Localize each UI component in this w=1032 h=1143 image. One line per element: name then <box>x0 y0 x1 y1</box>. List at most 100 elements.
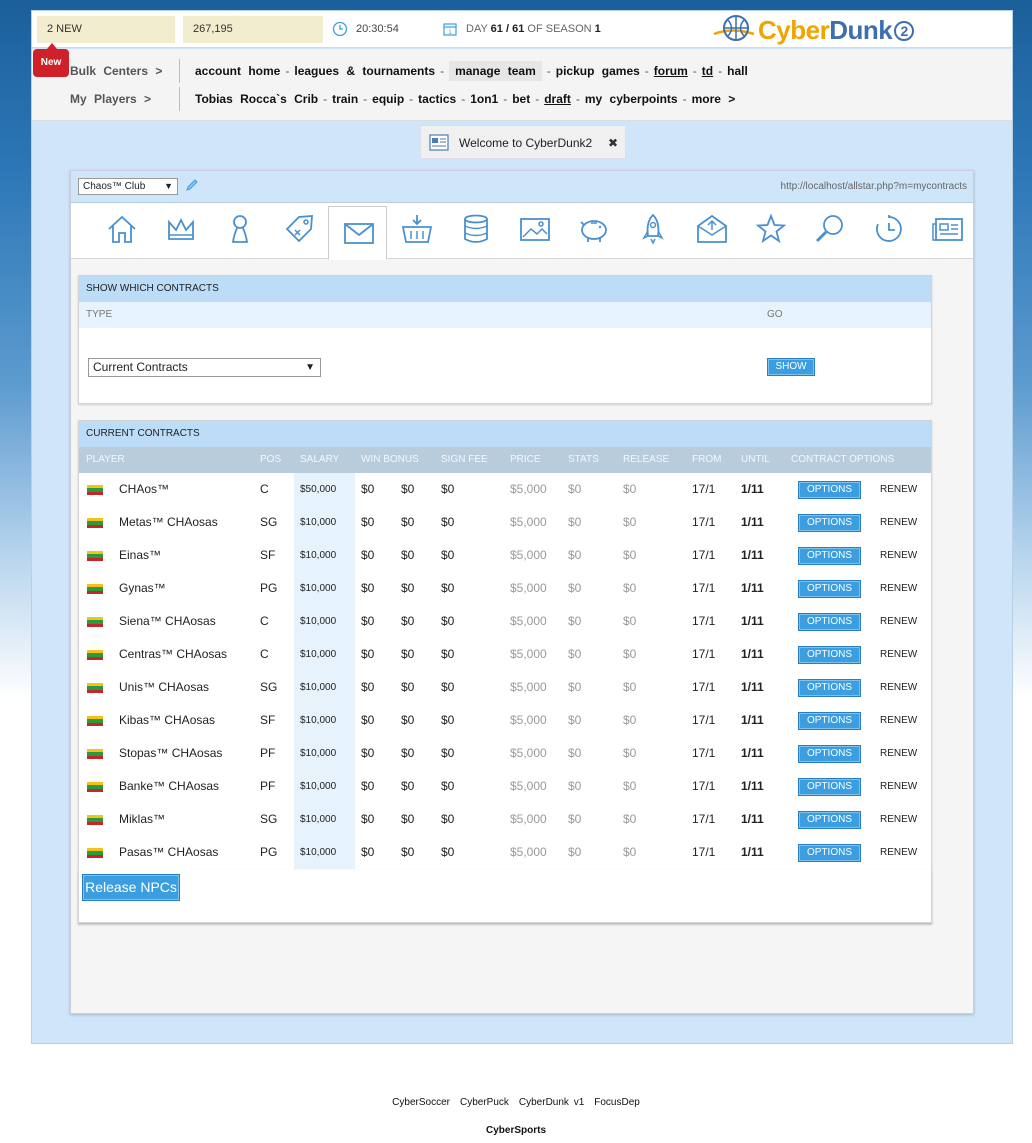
player-price: $5,000 <box>510 515 547 529</box>
tab-player[interactable] <box>210 203 269 259</box>
player-name[interactable]: Gynas™ <box>119 572 166 605</box>
player-name[interactable]: Stopas™ CHAosas <box>119 737 222 770</box>
player-name[interactable]: Unis™ CHAosas <box>119 671 209 704</box>
player-name[interactable]: Miklas™ <box>119 803 165 836</box>
nav-hall[interactable]: hall <box>727 64 748 78</box>
tab-crown[interactable] <box>151 203 210 259</box>
cyberdunk-logo[interactable]: CyberDunk 2 <box>712 13 932 46</box>
player-name[interactable]: Banke™ CHAosas <box>119 770 219 803</box>
tab-basket[interactable] <box>387 203 446 259</box>
player-release: $0 <box>623 713 637 727</box>
renew-link[interactable]: RENEW <box>880 539 917 572</box>
nav-my-cyberpoints[interactable]: my cyberpoints <box>585 92 678 106</box>
player-release: $0 <box>623 746 637 760</box>
tab-news[interactable] <box>918 203 977 259</box>
options-button[interactable]: OPTIONS <box>798 679 861 697</box>
options-button[interactable]: OPTIONS <box>798 844 861 862</box>
lithuania-flag-icon <box>87 617 103 627</box>
tab-search[interactable] <box>800 203 859 259</box>
renew-link[interactable]: RENEW <box>880 605 917 638</box>
open-mail-icon <box>697 214 727 243</box>
nav-crib[interactable]: Tobias Rocca`s Crib <box>195 92 318 106</box>
bulk-centers-link[interactable]: Bulk Centers > <box>70 59 170 83</box>
tab-contracts[interactable] <box>328 206 387 260</box>
tab-timer[interactable] <box>859 203 918 259</box>
tab-home[interactable] <box>92 203 151 259</box>
header-stats: STATS <box>568 454 599 465</box>
player-salary: $10,000 <box>300 715 337 726</box>
nav-train[interactable]: train <box>332 92 358 106</box>
player-win-bonus: $0 <box>361 482 375 496</box>
main-navigation: Bulk Centers > account home - leagues & to… <box>32 49 1012 121</box>
player-position: C <box>260 647 269 661</box>
nav-equip[interactable]: equip <box>372 92 404 106</box>
player-name[interactable]: Metas™ CHAosas <box>119 506 218 539</box>
player-name[interactable]: Siena™ CHAosas <box>119 605 216 638</box>
nav-1on1[interactable]: 1on1 <box>470 92 498 106</box>
options-button[interactable]: OPTIONS <box>798 547 861 565</box>
tab-database[interactable] <box>446 203 505 259</box>
options-button[interactable]: OPTIONS <box>798 481 861 499</box>
tab-inbox[interactable] <box>682 203 741 259</box>
options-button[interactable]: OPTIONS <box>798 712 861 730</box>
renew-link[interactable]: RENEW <box>880 836 917 869</box>
nav-tactics[interactable]: tactics <box>418 92 456 106</box>
nav-more[interactable]: more > <box>692 92 736 106</box>
renew-link[interactable]: RENEW <box>880 506 917 539</box>
player-name[interactable]: Kibas™ CHAosas <box>119 704 215 737</box>
contracts-table-header: PLAYER POS SALARY WIN BONUS SIGN FEE PRI… <box>79 447 931 473</box>
nav-leagues-tournaments[interactable]: leagues & tournaments <box>294 64 435 78</box>
renew-link[interactable]: RENEW <box>880 737 917 770</box>
footer-link-cybersoccer[interactable]: CyberSoccer <box>392 1097 450 1108</box>
player-name[interactable]: Einas™ <box>119 539 161 572</box>
contract-type-select[interactable]: Current Contracts ▼ <box>88 358 321 377</box>
timer-icon <box>876 215 902 242</box>
options-button[interactable]: OPTIONS <box>798 778 861 796</box>
my-players-link[interactable]: My Players > <box>70 87 170 111</box>
options-button[interactable]: OPTIONS <box>798 646 861 664</box>
player-position: PG <box>260 845 278 859</box>
footer-link-focusdep[interactable]: FocusDep <box>594 1097 640 1108</box>
club-select[interactable]: Chaos™ Club ▼ <box>78 178 178 195</box>
mail-icon <box>344 223 374 244</box>
tab-piggy-bank[interactable] <box>564 203 623 259</box>
options-button[interactable]: OPTIONS <box>798 580 861 598</box>
tab-rocket[interactable] <box>623 203 682 259</box>
options-button[interactable]: OPTIONS <box>798 745 861 763</box>
tab-image[interactable] <box>505 203 564 259</box>
tab-tag[interactable] <box>269 203 328 259</box>
tab-star[interactable] <box>741 203 800 259</box>
renew-link[interactable]: RENEW <box>880 803 917 836</box>
player-name[interactable]: Centras™ CHAosas <box>119 638 227 671</box>
table-row: Stopas™ CHAosas PF $10,000 $0 $0 $0 $5,000 $0 $0… <box>79 737 931 770</box>
player-sign-fee: $0 <box>441 647 455 661</box>
lithuania-flag-icon <box>87 749 103 759</box>
renew-link[interactable]: RENEW <box>880 638 917 671</box>
options-button[interactable]: OPTIONS <box>798 613 861 631</box>
notifications-button[interactable]: 2 NEW NOTIFICATIONS <box>37 16 175 62</box>
nav-forum[interactable]: forum <box>654 64 688 78</box>
player-name[interactable]: Pasas™ CHAosas <box>119 836 218 869</box>
renew-link[interactable]: RENEW <box>880 704 917 737</box>
clock-time: 20:30:54 <box>356 23 399 35</box>
release-npcs-button[interactable]: Release NPCs <box>82 874 180 901</box>
player-name[interactable]: CHAos™ <box>119 473 169 506</box>
renew-link[interactable]: RENEW <box>880 770 917 803</box>
renew-link[interactable]: RENEW <box>880 572 917 605</box>
renew-link[interactable]: RENEW <box>880 671 917 704</box>
renew-link[interactable]: RENEW <box>880 473 917 506</box>
nav-account-home[interactable]: account home <box>195 64 280 78</box>
options-button[interactable]: OPTIONS <box>798 811 861 829</box>
nav-td[interactable]: td <box>702 64 713 78</box>
options-button[interactable]: OPTIONS <box>798 514 861 532</box>
footer-link-cyberpuck[interactable]: CyberPuck <box>460 1097 509 1108</box>
close-welcome-button[interactable]: ✖ <box>608 126 618 160</box>
pencil-icon[interactable] <box>184 177 200 193</box>
nav-manage-team[interactable]: manage team <box>449 61 542 81</box>
nav-pickup-games[interactable]: pickup games <box>556 64 640 78</box>
footer-link-cyberdunk-v1[interactable]: CyberDunk v1 <box>519 1097 584 1108</box>
nav-draft[interactable]: draft <box>544 92 571 106</box>
nav-bet[interactable]: bet <box>512 92 530 106</box>
show-button[interactable]: SHOW <box>767 358 815 376</box>
cyberpoints-button[interactable]: 267,195 CYBERPOINTS <box>183 16 323 62</box>
